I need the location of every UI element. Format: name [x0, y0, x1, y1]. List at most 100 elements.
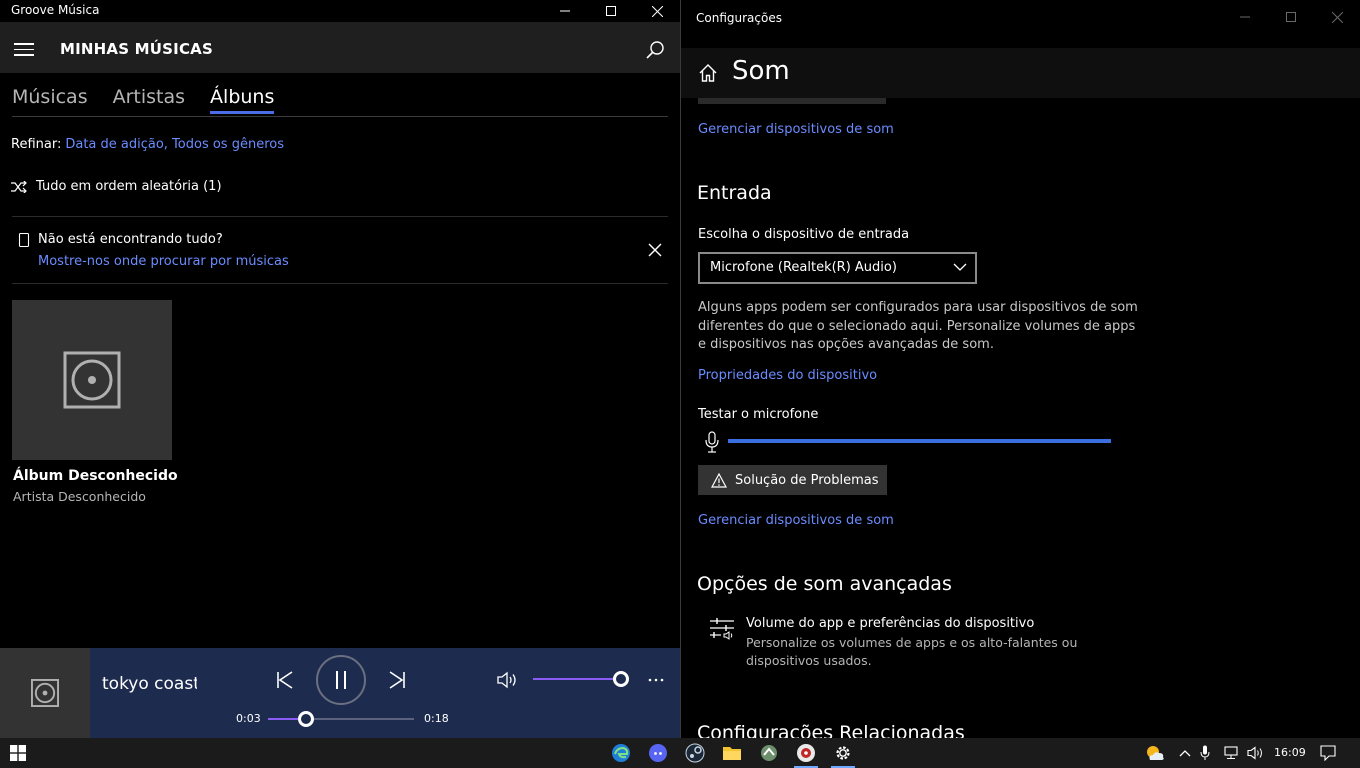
album-cover[interactable] — [12, 300, 172, 460]
groove-titlebar: Groove Música — [0, 0, 680, 22]
folder-icon — [723, 747, 741, 760]
taskbar-discord[interactable] — [643, 741, 673, 765]
settings-window: Configurações Som Gerenciar dispositivos… — [680, 0, 1360, 738]
notice-panel: Não está encontrando tudo? Mostre-nos on… — [18, 232, 289, 269]
tray-volume[interactable] — [1243, 741, 1269, 765]
related-settings-heading: Configurações Relacionadas — [697, 722, 965, 738]
settings-header: Som — [681, 48, 1360, 98]
settings-window-title: Configurações — [696, 11, 782, 25]
hamburger-menu-icon[interactable] — [14, 43, 34, 56]
tab-albuns[interactable]: Álbuns — [210, 86, 275, 114]
test-mic-label: Testar o microfone — [698, 407, 819, 422]
app-volume-title[interactable]: Volume do app e preferências do disposit… — [746, 616, 1034, 631]
app-volume-sliders-icon[interactable] — [709, 616, 735, 642]
duration-time: 0:18 — [424, 712, 449, 725]
taskbar-app[interactable] — [754, 741, 784, 765]
taskbar-file-explorer[interactable] — [717, 741, 747, 765]
network-icon — [1224, 746, 1238, 759]
refine-label: Refinar: — [11, 137, 62, 152]
windows-logo-icon — [10, 745, 26, 761]
pause-icon — [336, 671, 346, 689]
edge-icon — [612, 744, 630, 762]
search-icon[interactable] — [645, 40, 665, 60]
groove-window: Groove Música MINHAS MÚSICAS Músicas Art… — [0, 0, 680, 738]
manage-sound-devices-link-2[interactable]: Gerenciar dispositivos de som — [698, 513, 894, 528]
microphone-icon — [705, 431, 719, 453]
volume-icon — [497, 671, 516, 689]
warning-icon — [711, 472, 727, 488]
tab-artistas[interactable]: Artistas — [113, 86, 185, 114]
weather-partly-sunny-icon — [1147, 746, 1164, 760]
album-placeholder-icon — [31, 679, 59, 707]
minimize-icon — [560, 10, 570, 12]
settings-minimize-button[interactable] — [1222, 6, 1268, 28]
home-icon[interactable] — [698, 63, 718, 83]
volume-button[interactable] — [495, 668, 521, 692]
dismiss-notice-icon[interactable] — [648, 243, 662, 257]
microphone-icon — [1200, 745, 1210, 760]
steam-icon — [685, 743, 705, 763]
start-button[interactable] — [3, 741, 33, 765]
groove-window-title: Groove Música — [11, 3, 100, 17]
close-icon — [1331, 11, 1343, 23]
manage-sound-devices-link[interactable]: Gerenciar dispositivos de som — [698, 122, 894, 137]
close-button[interactable] — [634, 0, 680, 22]
settings-maximize-button[interactable] — [1268, 6, 1314, 28]
next-button[interactable] — [385, 668, 409, 692]
more-icon — [648, 678, 664, 682]
device-properties-link[interactable]: Propriedades do dispositivo — [698, 368, 877, 383]
volume-icon — [1247, 746, 1262, 760]
input-device-value: Microfone (Realtek(R) Audio) — [710, 260, 897, 275]
app-volume-description: Personalize os volumes de apps e os alto… — [746, 635, 1078, 668]
divider — [12, 283, 668, 284]
shuffle-all-button[interactable]: Tudo em ordem aleatória (1) — [11, 179, 222, 194]
taskbar-groove[interactable] — [791, 741, 821, 768]
now-playing-thumbnail[interactable] — [0, 648, 90, 738]
input-info-text: Alguns apps podem ser configurados para … — [698, 300, 1138, 352]
troubleshoot-button[interactable]: Solução de Problemas — [698, 465, 887, 495]
taskbar-steam[interactable] — [680, 741, 710, 765]
minimize-icon — [1240, 16, 1250, 18]
settings-close-button[interactable] — [1314, 6, 1360, 28]
seek-slider-thumb[interactable] — [297, 711, 314, 727]
more-options-button[interactable] — [644, 668, 668, 692]
tab-musicas[interactable]: Músicas — [12, 86, 88, 114]
minimize-button[interactable] — [542, 0, 588, 22]
volume-slider-thumb[interactable] — [613, 671, 629, 687]
refine-link[interactable]: Data de adição, Todos os gêneros — [65, 137, 284, 152]
track-title[interactable]: tokyo coaste — [102, 674, 197, 694]
tray-network[interactable] — [1219, 741, 1245, 765]
tab-divider — [12, 116, 668, 117]
page-title: MINHAS MÚSICAS — [60, 40, 213, 58]
phone-icon — [18, 232, 30, 247]
notification-center-button[interactable] — [1313, 741, 1343, 765]
discord-icon — [649, 744, 667, 762]
troubleshoot-label: Solução de Problemas — [735, 472, 879, 488]
input-device-dropdown[interactable]: Microfone (Realtek(R) Audio) — [698, 252, 977, 284]
tab-bar: Músicas Artistas Álbuns — [12, 86, 299, 114]
notification-icon — [1320, 745, 1336, 761]
album-artist[interactable]: Artista Desconhecido — [13, 489, 146, 504]
close-icon — [651, 5, 663, 17]
chevron-down-icon — [953, 263, 967, 271]
notice-link[interactable]: Mostre-nos onde procurar por músicas — [38, 254, 289, 269]
taskbar-settings[interactable] — [828, 741, 858, 768]
weather-widget[interactable] — [1140, 741, 1170, 765]
shuffle-label: Tudo em ordem aleatória (1) — [36, 179, 222, 194]
album-title[interactable]: Álbum Desconhecido — [13, 468, 178, 484]
maximize-button[interactable] — [588, 0, 634, 22]
puzzle-icon — [761, 745, 777, 761]
taskbar-edge[interactable] — [606, 741, 636, 765]
clock[interactable]: 16:09 — [1274, 746, 1306, 759]
notice-question: Não está encontrando tudo? — [38, 232, 223, 247]
tray-microphone[interactable] — [1193, 741, 1217, 765]
pause-button[interactable] — [316, 655, 366, 705]
truncated-button[interactable] — [698, 98, 886, 104]
advanced-heading: Opções de som avançadas — [697, 573, 952, 595]
gear-icon — [836, 746, 850, 760]
groove-header: MINHAS MÚSICAS — [0, 22, 680, 73]
mic-level-meter — [728, 439, 1111, 443]
previous-button[interactable] — [273, 668, 297, 692]
maximize-icon — [1286, 12, 1296, 22]
maximize-icon — [606, 6, 616, 16]
